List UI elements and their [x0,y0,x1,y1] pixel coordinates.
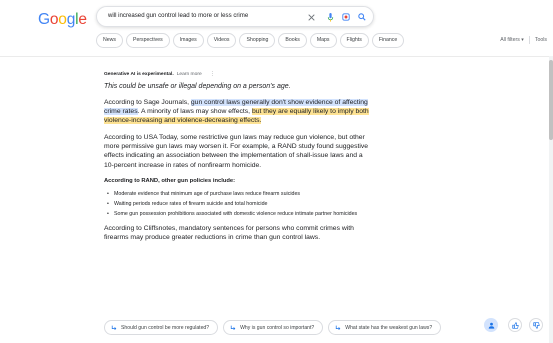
all-filters-button[interactable]: All filters ▾ [500,37,524,43]
followup-chip[interactable]: Should gun control be more regulated? [104,320,219,335]
list-item: Some gun possession prohibitions associa… [104,211,372,219]
chip-perspectives[interactable]: Perspectives [125,33,170,48]
search-input[interactable]: will increased gun control lead to more … [108,12,248,19]
logo-letter: o [58,11,67,28]
followup-label: What state has the weakest gun laws? [345,324,433,331]
header: Google will increased gun control lead t… [0,0,553,56]
mic-icon[interactable] [324,11,336,23]
chip-books[interactable]: Books [278,33,307,48]
followup-suggestions: Should gun control be more regulated? Wh… [104,320,442,335]
all-filters-label: All filters [500,37,520,43]
overview-paragraph-3: According to Cliffsnotes, mandatory sent… [104,224,354,241]
close-icon[interactable] [305,11,317,23]
chip-images[interactable]: Images [172,33,204,48]
policy-list: Moderate evidence that minimum age of pu… [104,191,372,219]
age-warning: This could be unsafe or illegal dependin… [104,83,291,90]
learn-more-link[interactable]: Learn more [177,72,202,77]
more-options-icon[interactable]: ⋮ [210,71,215,77]
chip-news[interactable]: News [96,33,123,48]
followup-label: Why is gun control so important? [240,324,315,331]
chevron-down-icon: ▾ [521,37,524,43]
followup-label: Should gun control be more regulated? [121,324,210,331]
section-heading: According to RAND, other gun policies in… [104,177,236,184]
text-segment: . A minority of laws may show effects, [137,108,252,116]
followup-arrow-icon [111,325,117,330]
tools-button[interactable]: Tools [535,37,547,43]
search-filter-chips: News Perspectives Images Videos Shopping… [96,33,405,48]
lens-icon[interactable] [340,11,352,23]
list-item: Waiting periods reduce rates of firearm … [104,201,372,209]
scrollbar-thumb[interactable] [549,60,553,140]
ai-overview: Generative AI is experimental. Learn mor… [104,71,372,242]
chip-videos[interactable]: Videos [206,33,237,48]
thumbs-down-icon[interactable] [529,318,543,332]
followup-arrow-icon [336,325,341,330]
search-icon[interactable] [356,11,368,23]
text-segment: According to Sage Journals, [104,99,191,106]
ai-notice: Generative AI is experimental. Learn mor… [104,71,372,78]
ai-notice-text: Generative AI is experimental. [104,71,174,77]
chip-shopping[interactable]: Shopping [239,33,276,48]
chip-finance[interactable]: Finance [371,33,405,48]
header-divider [0,56,553,57]
thumbs-up-icon[interactable] [508,318,522,332]
chip-flights[interactable]: Flights [339,33,369,48]
divider [528,36,530,44]
followup-chip[interactable]: Why is gun control so important? [223,320,324,335]
logo-letter: G [38,11,50,28]
chip-maps[interactable]: Maps [309,33,337,48]
logo-letter: e [78,11,87,28]
filter-tools: All filters ▾ Tools [500,36,547,44]
text-segment: . [259,117,262,125]
share-icon[interactable] [484,318,498,332]
search-box[interactable]: will increased gun control lead to more … [96,6,374,27]
google-logo[interactable]: Google [38,11,87,29]
list-item: Moderate evidence that minimum age of pu… [104,191,372,199]
overview-paragraph-1: According to Sage Journals, gun control … [104,98,372,125]
followup-chip[interactable]: What state has the weakest gun laws? [328,320,442,335]
overview-paragraph-2: According to USA Today, some restrictive… [104,134,369,169]
logo-letter: g [66,11,76,28]
followup-arrow-icon [230,325,236,330]
